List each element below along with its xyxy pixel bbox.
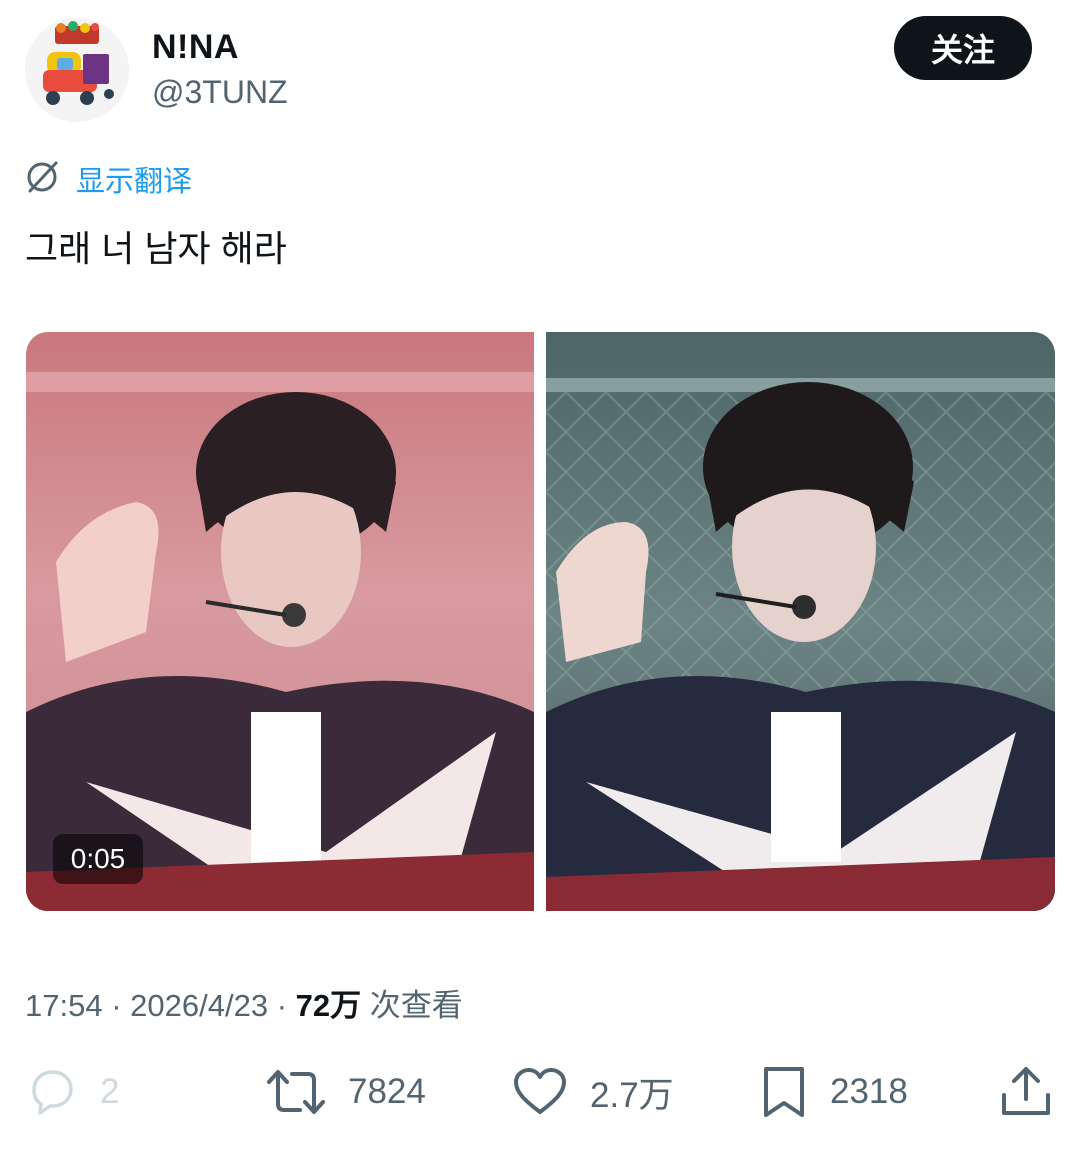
- tweet-date[interactable]: 2026/4/23: [130, 988, 268, 1023]
- tweet-detail: N!NA @3TUNZ 关注 显示翻译 그래 너 남자 해라 0:05 17:5…: [0, 0, 1080, 1153]
- show-translation-link[interactable]: 显示翻译: [24, 158, 192, 200]
- tweet-media[interactable]: 0:05: [26, 332, 1055, 911]
- meta-separator: ·: [111, 988, 122, 1023]
- heart-icon: [512, 1066, 568, 1118]
- retweet-icon: [266, 1066, 326, 1118]
- bookmark-icon: [760, 1065, 808, 1119]
- tweet-time[interactable]: 17:54: [25, 988, 103, 1023]
- retweet-count: 7824: [348, 1072, 426, 1111]
- meta-separator: ·: [276, 988, 288, 1023]
- reply-button[interactable]: 2: [26, 1060, 119, 1124]
- show-translation-label: 显示翻译: [76, 166, 193, 198]
- follow-button[interactable]: 关注: [894, 16, 1032, 80]
- retweet-button[interactable]: 7824: [266, 1060, 426, 1124]
- like-button[interactable]: 2.7万: [512, 1060, 674, 1124]
- reply-icon: [26, 1066, 78, 1118]
- like-count: 2.7万: [590, 1075, 674, 1115]
- avatar[interactable]: [25, 18, 129, 122]
- tweet-meta: 17:54 · 2026/4/23 · 72万 次查看: [25, 980, 463, 1025]
- bookmark-count: 2318: [830, 1072, 908, 1111]
- media-image[interactable]: [546, 332, 1055, 911]
- share-icon: [998, 1065, 1054, 1119]
- video-duration-badge: 0:05: [53, 834, 143, 884]
- reply-count: 2: [100, 1072, 120, 1111]
- views-label: 次查看: [369, 988, 463, 1023]
- share-button[interactable]: [998, 1060, 1054, 1124]
- user-handle[interactable]: @3TUNZ: [152, 74, 288, 111]
- translate-icon: [24, 159, 60, 200]
- views-count: 72万: [295, 988, 362, 1023]
- tweet-text: 그래 너 남자 해라: [25, 228, 287, 269]
- bookmark-button[interactable]: 2318: [760, 1060, 908, 1124]
- media-video-thumbnail[interactable]: 0:05: [26, 332, 534, 911]
- display-name[interactable]: N!NA: [152, 28, 239, 67]
